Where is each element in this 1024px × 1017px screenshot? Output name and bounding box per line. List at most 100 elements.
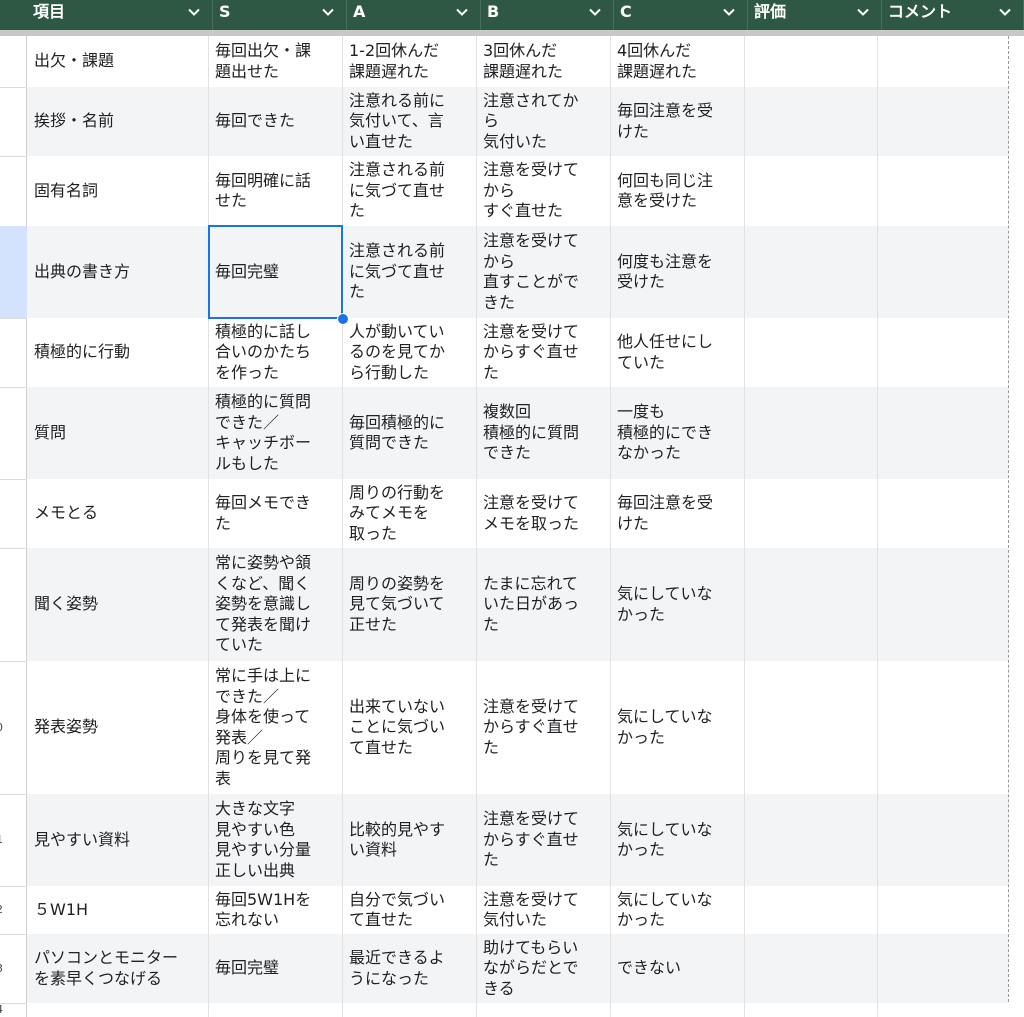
cell-a[interactable]: 人が動いてい るのを見てか ら行動した bbox=[342, 318, 476, 387]
cell-c[interactable]: 気にしていな かった bbox=[610, 794, 744, 886]
cell-item[interactable]: パソコンとモニター を素早くつなげる bbox=[27, 934, 208, 1003]
cell-evaluation[interactable] bbox=[744, 318, 877, 387]
cell-b[interactable]: 注意を受けて から 直すことがで きた bbox=[476, 226, 610, 318]
cell-evaluation[interactable] bbox=[744, 156, 877, 226]
cell-comment[interactable] bbox=[877, 886, 1008, 934]
cell-item[interactable]: 出欠・課題 bbox=[27, 36, 208, 87]
cell-c[interactable]: 何回も同じ注 意を受けた bbox=[610, 156, 744, 226]
chevron-down-icon[interactable] bbox=[454, 4, 470, 20]
cell-comment[interactable] bbox=[877, 661, 1008, 794]
cell-c[interactable]: できない bbox=[610, 934, 744, 1003]
cell-item[interactable]: ５W1H bbox=[27, 886, 208, 934]
active-cell-selection[interactable] bbox=[208, 225, 343, 319]
cell-item[interactable]: メモとる bbox=[27, 479, 208, 548]
cell-item[interactable]: 固有名詞 bbox=[27, 156, 208, 226]
cell-s[interactable]: 常に姿勢や頷 くなど、聞く 姿勢を意識し て発表を聞け ていた bbox=[208, 548, 342, 661]
cell-comment[interactable] bbox=[877, 156, 1008, 226]
cell-item[interactable]: 質問 bbox=[27, 387, 208, 479]
cell-item[interactable]: 見やすい資料 bbox=[27, 794, 208, 886]
cell-comment[interactable] bbox=[877, 479, 1008, 548]
cell-item[interactable]: 発表姿勢 bbox=[27, 661, 208, 794]
cell-evaluation[interactable] bbox=[744, 794, 877, 886]
cell-c[interactable]: 他人任せにし ていた bbox=[610, 318, 744, 387]
chevron-down-icon[interactable] bbox=[186, 4, 202, 20]
cell-a[interactable]: 最近できるよ うになった bbox=[342, 934, 476, 1003]
cell-evaluation[interactable] bbox=[744, 87, 877, 156]
cell-s[interactable]: 毎回メモでき た bbox=[208, 479, 342, 548]
cell-c[interactable]: 毎回注意を受 けた bbox=[610, 479, 744, 548]
cell-s[interactable]: 積極的に質問 できた／ キャッチボー ルもした bbox=[208, 387, 342, 479]
cell-a[interactable]: 1-2回休んだ 課題遅れた bbox=[342, 36, 476, 87]
fill-handle[interactable] bbox=[337, 313, 349, 325]
cell-s[interactable]: 毎回明確に話 せた bbox=[208, 156, 342, 226]
chevron-down-icon[interactable] bbox=[587, 4, 603, 20]
chevron-down-icon[interactable] bbox=[320, 4, 336, 20]
cell-comment[interactable] bbox=[877, 548, 1008, 661]
cell-s[interactable]: 大きな文字 見やすい色 見やすい分量 正しい出典 bbox=[208, 794, 342, 886]
column-header-b[interactable]: B bbox=[481, 0, 614, 30]
cell-s[interactable]: 毎回完璧 bbox=[208, 934, 342, 1003]
cell-evaluation[interactable] bbox=[744, 36, 877, 87]
column-header-item[interactable]: 項目 bbox=[0, 0, 213, 30]
cell-comment[interactable] bbox=[877, 794, 1008, 886]
cell-evaluation[interactable] bbox=[744, 226, 877, 318]
cell-b[interactable]: 注意されてか ら 気付いた bbox=[476, 87, 610, 156]
cell-a[interactable]: 注意される前 に気づて直せ た bbox=[342, 156, 476, 226]
cell-c[interactable]: 何度も注意を 受けた bbox=[610, 226, 744, 318]
cell-b[interactable]: 注意を受けて メモを取った bbox=[476, 479, 610, 548]
cell-comment[interactable] bbox=[877, 87, 1008, 156]
chevron-down-icon[interactable] bbox=[721, 4, 737, 20]
cell-b[interactable]: 注意を受けて からすぐ直せ た bbox=[476, 794, 610, 886]
chevron-down-icon[interactable] bbox=[997, 4, 1013, 20]
cell-evaluation[interactable] bbox=[744, 479, 877, 548]
cell-evaluation[interactable] bbox=[744, 886, 877, 934]
chevron-down-icon[interactable] bbox=[855, 4, 871, 20]
cell-b[interactable]: 注意を受けて からすぐ直せ た bbox=[476, 661, 610, 794]
selected-row-header[interactable] bbox=[0, 226, 27, 318]
cell-b[interactable]: たまに忘れて いた日があっ た bbox=[476, 548, 610, 661]
cell-comment[interactable] bbox=[877, 226, 1008, 318]
cell-item[interactable]: 聞く姿勢 bbox=[27, 548, 208, 661]
cell-c[interactable]: 気にしていな かった bbox=[610, 661, 744, 794]
cell-a[interactable]: 周りの姿勢を 見て気づいて 正せた bbox=[342, 548, 476, 661]
cell-c[interactable]: 4回休んだ 課題遅れた bbox=[610, 36, 744, 87]
cell-a[interactable]: 比較的見やす い資料 bbox=[342, 794, 476, 886]
cell-s[interactable]: 積極的に話し 合いのかたち を作った bbox=[208, 318, 342, 387]
column-header-comment[interactable]: コメント bbox=[882, 0, 1024, 30]
column-header-a[interactable]: A bbox=[347, 0, 481, 30]
cell-a[interactable]: 出来ていない ことに気づい て直せた bbox=[342, 661, 476, 794]
cell-b[interactable]: 注意を受けて からすぐ直せ た bbox=[476, 318, 610, 387]
cell-s[interactable]: 毎回出欠・課 題出せた bbox=[208, 36, 342, 87]
cell-comment[interactable] bbox=[877, 387, 1008, 479]
cell-b[interactable]: 3回休んだ 課題遅れた bbox=[476, 36, 610, 87]
column-header-s[interactable]: S bbox=[213, 0, 347, 30]
column-header-c[interactable]: C bbox=[614, 0, 748, 30]
cell-item[interactable]: 積極的に行動 bbox=[27, 318, 208, 387]
cell-item[interactable]: 挨拶・名前 bbox=[27, 87, 208, 156]
cell-c[interactable]: 気にしていな かった bbox=[610, 886, 744, 934]
cell-a[interactable]: 自分で気づい て直せた bbox=[342, 886, 476, 934]
cell-evaluation[interactable] bbox=[744, 387, 877, 479]
cell-c[interactable]: 毎回注意を受 けた bbox=[610, 87, 744, 156]
cell-evaluation[interactable] bbox=[744, 661, 877, 794]
cell-item[interactable]: 出典の書き方 bbox=[27, 226, 208, 318]
cell-s[interactable]: 毎回できた bbox=[208, 87, 342, 156]
cell-a[interactable]: 周りの行動を みてメモを 取った bbox=[342, 479, 476, 548]
cell-comment[interactable] bbox=[877, 36, 1008, 87]
cell-b[interactable]: 複数回 積極的に質問 できた bbox=[476, 387, 610, 479]
cell-c[interactable]: 一度も 積極的にでき なかった bbox=[610, 387, 744, 479]
cell-b[interactable]: 注意を受けて 気付いた bbox=[476, 886, 610, 934]
cell-s[interactable]: 毎回5W1Hを 忘れない bbox=[208, 886, 342, 934]
cell-comment[interactable] bbox=[877, 934, 1008, 1003]
cell-b[interactable]: 注意を受けて から すぐ直せた bbox=[476, 156, 610, 226]
cell-s[interactable]: 常に手は上に できた／ 身体を使って 発表／ 周りを見て発 表 bbox=[208, 661, 342, 794]
column-header-evaluation[interactable]: 評価 bbox=[748, 0, 882, 30]
cell-evaluation[interactable] bbox=[744, 548, 877, 661]
cell-a[interactable]: 注意れる前に 気付いて、言 い直せた bbox=[342, 87, 476, 156]
cell-a[interactable]: 毎回積極的に 質問できた bbox=[342, 387, 476, 479]
cell-b[interactable]: 助けてもらい ながらだとで きる bbox=[476, 934, 610, 1003]
cell-comment[interactable] bbox=[877, 318, 1008, 387]
cell-evaluation[interactable] bbox=[744, 934, 877, 1003]
cell-a[interactable]: 注意される前 に気づて直せ た bbox=[342, 226, 476, 318]
cell-c[interactable]: 気にしていな かった bbox=[610, 548, 744, 661]
